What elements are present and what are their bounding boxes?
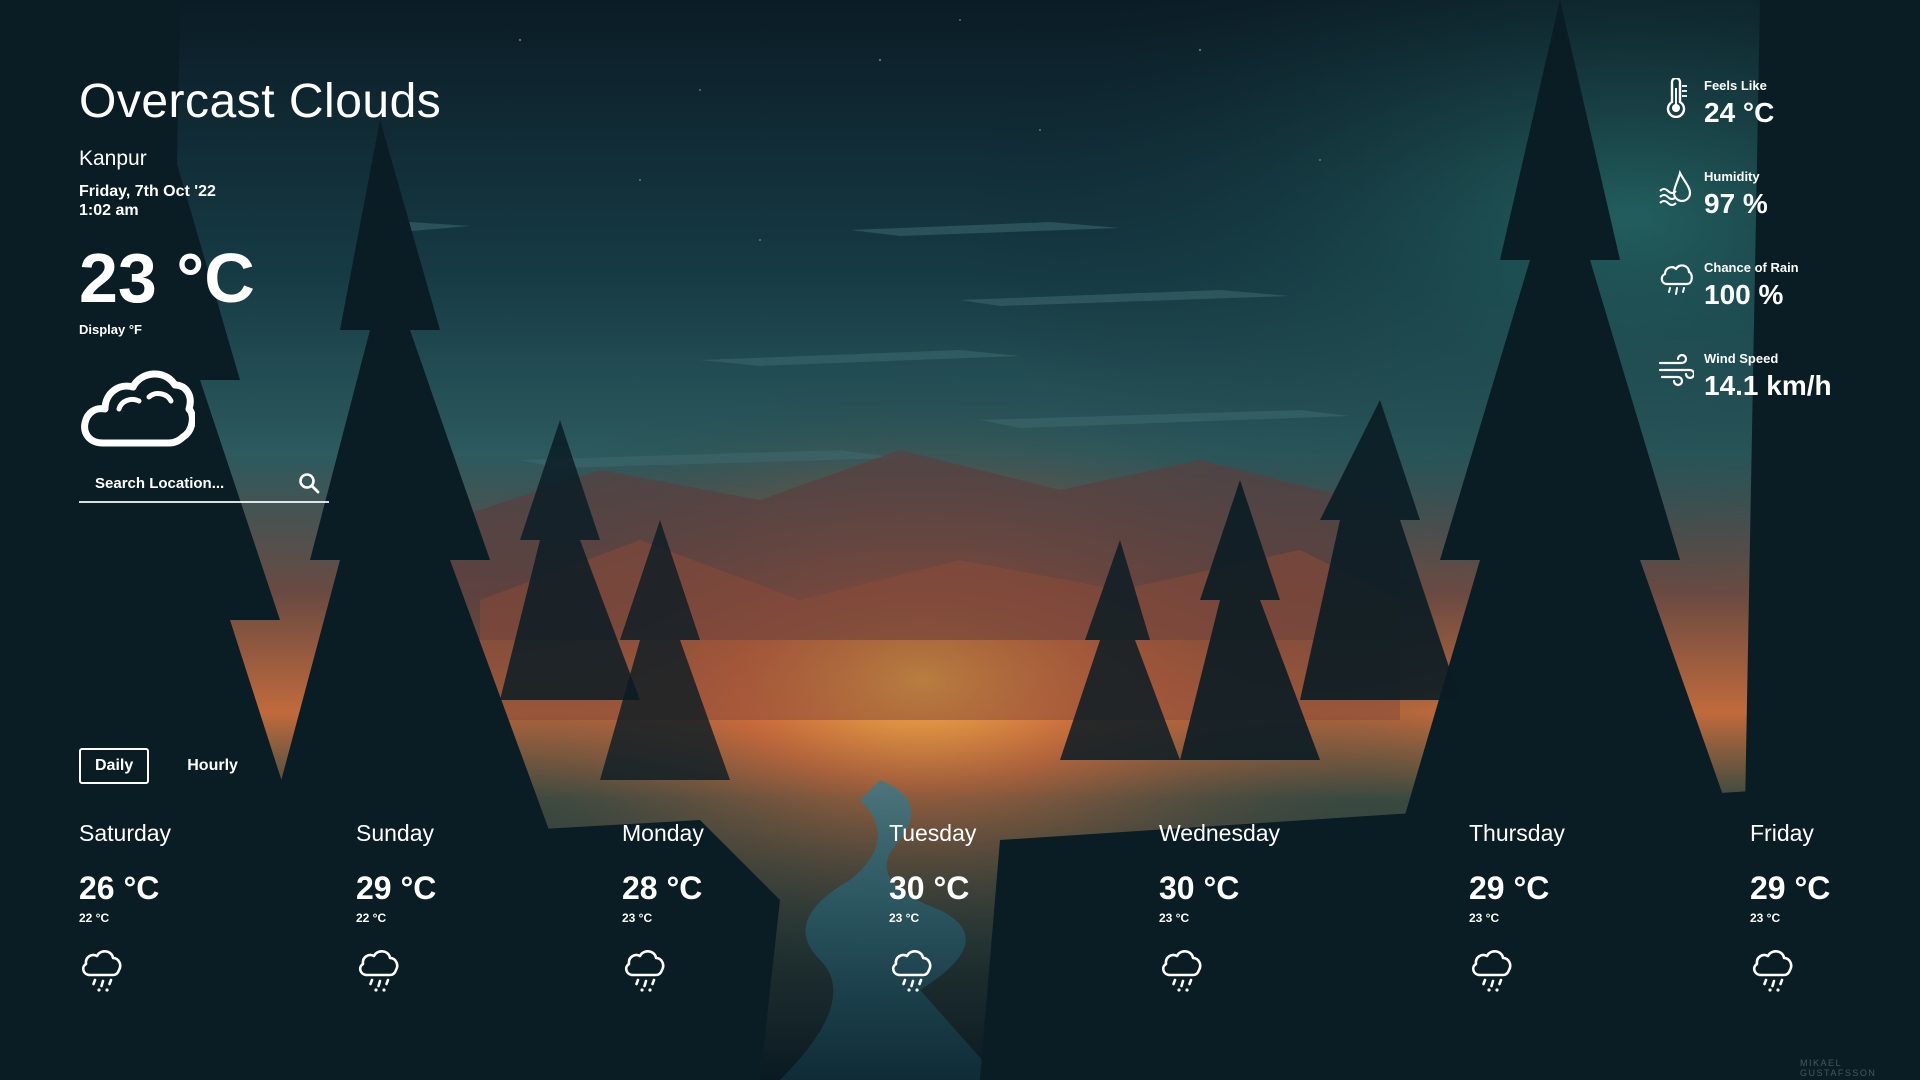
- rain-icon: [1752, 950, 1793, 993]
- forecast-high-temp: 29 °C: [1750, 870, 1831, 906]
- stat-chance-of-rain: Chance of Rain 100 %: [1658, 260, 1908, 351]
- forecast-day: Monday 28 °C 23 °C: [622, 817, 704, 993]
- forecast-low-temp: 23 °C: [1469, 911, 1500, 925]
- current-temperature: 23 °C: [79, 239, 255, 317]
- cloud-icon: [81, 370, 195, 447]
- forecast-tabs: Daily Hourly: [79, 748, 252, 784]
- stat-feels-like: Feels Like 24 °C: [1658, 78, 1908, 169]
- forecast-day-name: Saturday: [79, 820, 172, 846]
- forecast-day-name: Sunday: [356, 820, 435, 846]
- stat-humidity: Humidity 97 %: [1658, 169, 1908, 260]
- forecast-low-temp: 23 °C: [622, 911, 653, 925]
- current-time: 1:02 am: [79, 202, 139, 219]
- rain-icon: [1161, 950, 1202, 993]
- current-weather-panel: Overcast Clouds Kanpur Friday, 7th Oct '…: [79, 72, 519, 503]
- city-name: Kanpur: [79, 147, 147, 170]
- thermometer-icon: [1666, 78, 1687, 118]
- forecast-day: Friday 29 °C 23 °C: [1750, 817, 1830, 993]
- search-icon[interactable]: [295, 469, 323, 497]
- tab-hourly[interactable]: Hourly: [173, 750, 252, 782]
- stat-wind-speed: Wind Speed 14.1 km/h: [1658, 351, 1908, 442]
- stat-label: Chance of Rain: [1704, 260, 1799, 275]
- forecast-day-name: Monday: [622, 820, 704, 846]
- rain-cloud-icon: [1660, 264, 1693, 295]
- forecast-day-name: Thursday: [1469, 820, 1565, 846]
- forecast-low-temp: 23 °C: [1750, 911, 1781, 925]
- stat-value: 14.1 km/h: [1704, 370, 1832, 401]
- forecast-high-temp: 30 °C: [889, 870, 970, 906]
- forecast-day: Sunday 29 °C 22 °C: [356, 817, 436, 993]
- artist-credit: MIKAEL GUSTAFSSON: [1800, 1058, 1877, 1078]
- stat-label: Humidity: [1704, 169, 1760, 184]
- current-date: Friday, 7th Oct '22: [79, 183, 216, 200]
- forecast-low-temp: 22 °C: [79, 911, 110, 925]
- rain-icon: [81, 950, 122, 993]
- humidity-icon: [1659, 169, 1692, 206]
- search-location-box: [79, 465, 329, 503]
- forecast-high-temp: 28 °C: [622, 870, 703, 906]
- weather-condition: Overcast Clouds: [79, 75, 442, 128]
- forecast-low-temp: 22 °C: [356, 911, 387, 925]
- forecast-low-temp: 23 °C: [1159, 911, 1190, 925]
- forecast-day-name: Friday: [1750, 820, 1814, 846]
- forecast-high-temp: 29 °C: [1469, 870, 1550, 906]
- forecast-high-temp: 29 °C: [356, 870, 437, 906]
- search-location-input[interactable]: [79, 473, 287, 493]
- forecast-high-temp: 26 °C: [79, 870, 160, 906]
- forecast-low-temp: 23 °C: [889, 911, 920, 925]
- forecast-day-name: Tuesday: [889, 820, 977, 846]
- forecast-high-temp: 30 °C: [1159, 870, 1240, 906]
- rain-icon: [891, 950, 932, 993]
- stat-value: 24 °C: [1704, 97, 1775, 128]
- forecast-day-name: Wednesday: [1159, 820, 1281, 846]
- forecast-day: Tuesday 30 °C 23 °C: [889, 817, 976, 993]
- rain-icon: [358, 950, 399, 993]
- display-fahrenheit-toggle[interactable]: Display °F: [79, 322, 142, 337]
- forecast-day: Saturday 26 °C 22 °C: [79, 817, 171, 993]
- weather-details-panel: Feels Like 24 °C Humidity 97 % Chance of…: [1658, 78, 1908, 442]
- stat-value: 97 %: [1704, 188, 1768, 219]
- rain-icon: [1471, 950, 1512, 993]
- stat-label: Wind Speed: [1704, 351, 1779, 366]
- stat-label: Feels Like: [1704, 78, 1767, 93]
- wind-icon: [1658, 353, 1694, 387]
- forecast-day: Thursday 29 °C 23 °C: [1469, 817, 1565, 993]
- rain-icon: [624, 950, 665, 993]
- tab-daily[interactable]: Daily: [79, 748, 150, 784]
- stat-value: 100 %: [1704, 279, 1784, 310]
- forecast-day: Wednesday 30 °C 23 °C: [1159, 817, 1280, 993]
